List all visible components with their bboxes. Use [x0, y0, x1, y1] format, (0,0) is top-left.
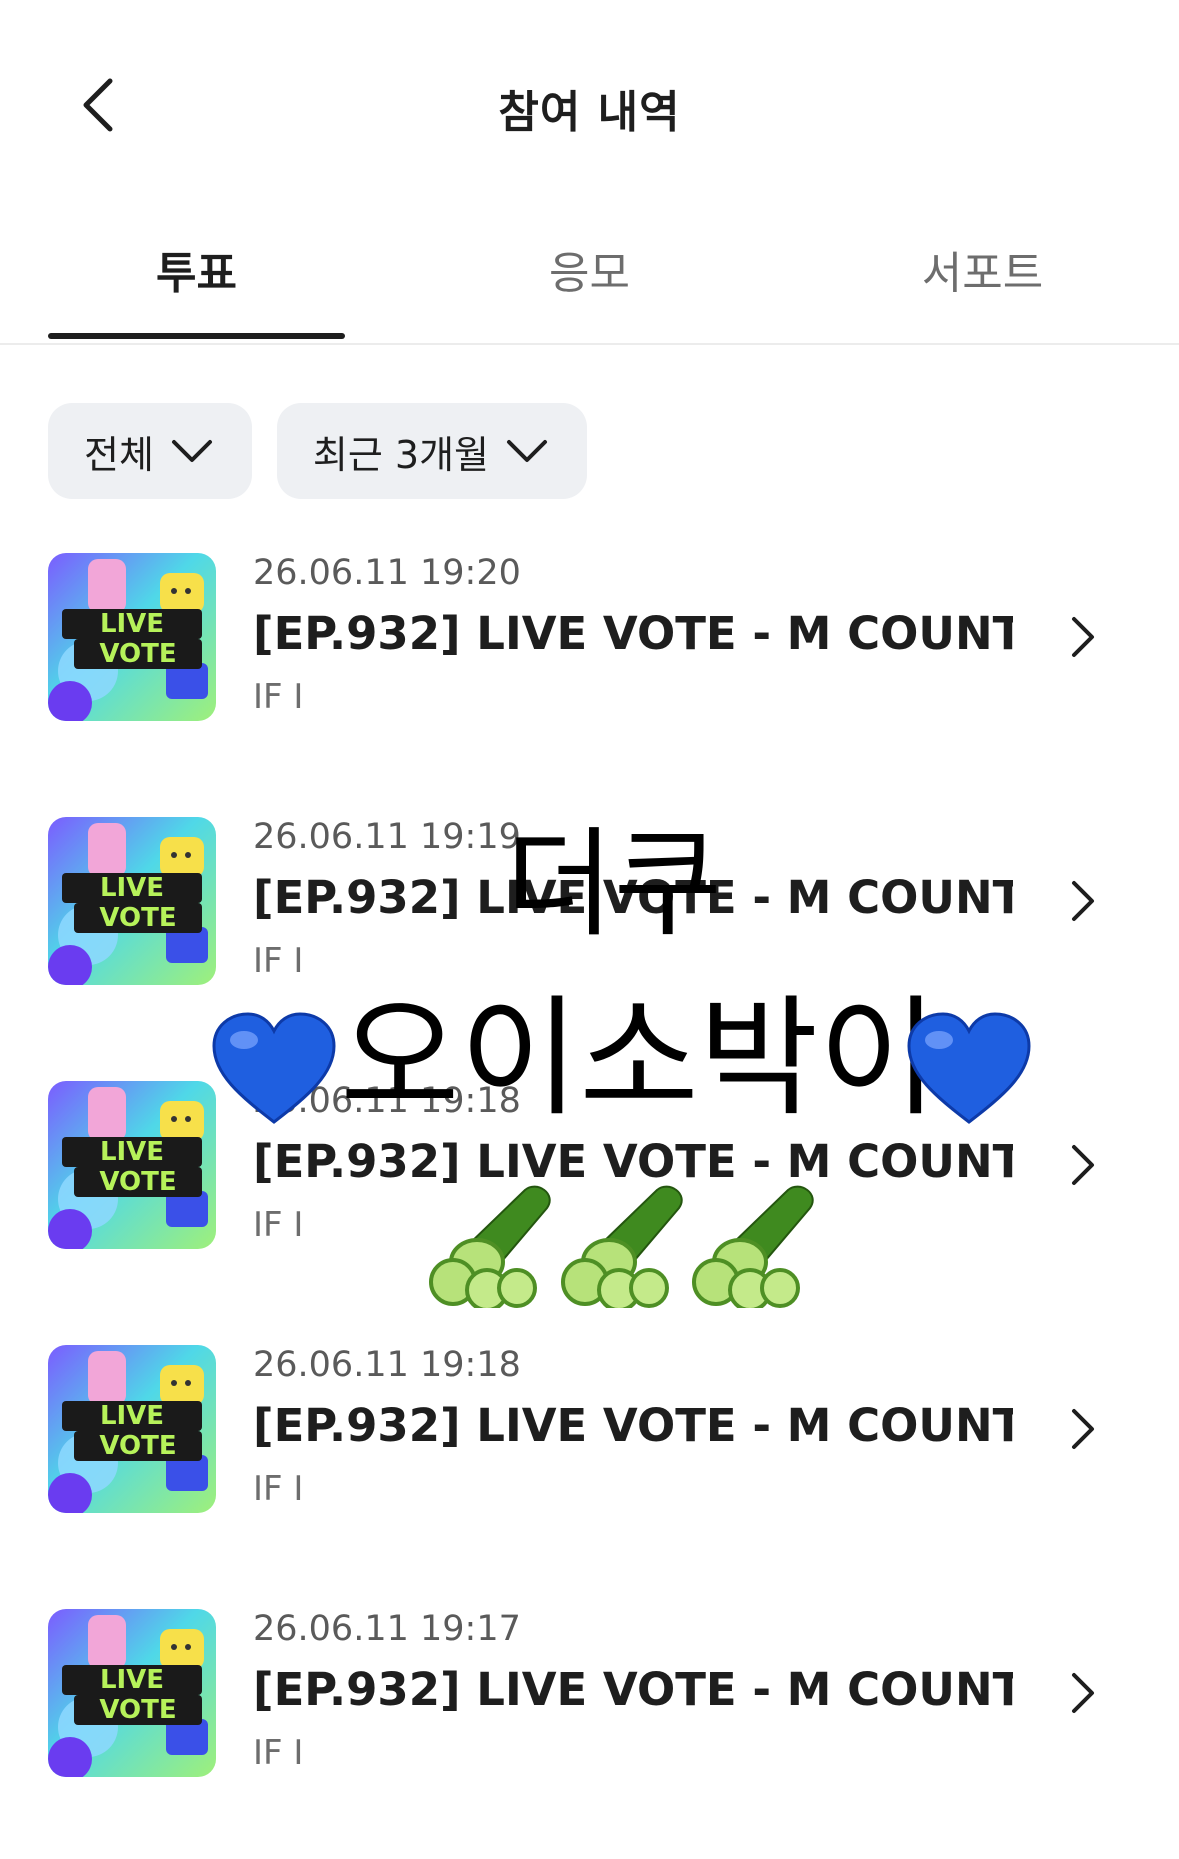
tab-vote[interactable]: 투표: [0, 215, 393, 341]
live-vote-thumbnail: LIVE VOTE: [48, 553, 216, 721]
tab-support[interactable]: 서포트: [786, 215, 1179, 341]
live-vote-thumbnail: LIVE VOTE: [48, 817, 216, 985]
chevron-right-icon: [1070, 615, 1096, 663]
filter-period-label: 최근 3개월: [312, 432, 490, 477]
item-title: [EP.932] LIVE VOTE - M COUNT...: [253, 1663, 1013, 1716]
filter-type-label: 전체: [84, 432, 154, 477]
active-tab-indicator: [48, 333, 345, 339]
item-title: [EP.932] LIVE VOTE - M COUNT...: [253, 1135, 1013, 1188]
chevron-right-icon: [1070, 1407, 1096, 1455]
filter-bar: 전체 최근 3개월: [48, 403, 588, 499]
item-date: 26.06.11 19:18: [253, 1345, 521, 1385]
thumbnail-text-line2: VOTE: [99, 639, 176, 669]
thumbnail-text-line2: VOTE: [99, 1167, 176, 1197]
item-title: [EP.932] LIVE VOTE - M COUNT...: [253, 607, 1013, 660]
chevron-down-icon: [505, 438, 549, 464]
chevron-right-icon: [1070, 1671, 1096, 1719]
list-item[interactable]: LIVE VOTE 26.06.11 19:20 [EP.932] LIVE V…: [0, 553, 1179, 721]
item-title: [EP.932] LIVE VOTE - M COUNT...: [253, 1399, 1013, 1452]
app-header: 참여 내역: [0, 0, 1179, 200]
live-vote-thumbnail: LIVE VOTE: [48, 1609, 216, 1777]
thumbnail-text-line1: LIVE: [100, 1137, 164, 1167]
item-subtitle: IF I: [253, 1469, 304, 1509]
thumbnail-text-line1: LIVE: [100, 1665, 164, 1695]
tab-bar: 투표 응모 서포트: [0, 215, 1179, 345]
item-title: [EP.932] LIVE VOTE - M COUNT...: [253, 871, 1013, 924]
chevron-right-icon: [1070, 1143, 1096, 1191]
page-title: 참여 내역: [498, 87, 681, 138]
item-subtitle: IF I: [253, 677, 304, 717]
item-date: 26.06.11 19:19: [253, 817, 521, 857]
thumbnail-text-line1: LIVE: [100, 873, 164, 903]
live-vote-thumbnail: LIVE VOTE: [48, 1081, 216, 1249]
item-date: 26.06.11 19:18: [253, 1081, 521, 1121]
item-date: 26.06.11 19:20: [253, 553, 521, 593]
filter-period-dropdown[interactable]: 최근 3개월: [276, 403, 588, 499]
item-subtitle: IF I: [253, 1733, 304, 1773]
thumbnail-text-line2: VOTE: [99, 1431, 176, 1461]
list-item[interactable]: LIVE VOTE 26.06.11 19:17 [EP.932] LIVE V…: [0, 1609, 1179, 1777]
list-item[interactable]: LIVE VOTE 26.06.11 19:19 [EP.932] LIVE V…: [0, 817, 1179, 985]
thumbnail-text-line2: VOTE: [99, 903, 176, 933]
list-item[interactable]: LIVE VOTE 26.06.11 19:18 [EP.932] LIVE V…: [0, 1081, 1179, 1249]
item-date: 26.06.11 19:17: [253, 1609, 521, 1649]
tab-entry[interactable]: 응모: [393, 215, 786, 341]
live-vote-thumbnail: LIVE VOTE: [48, 1345, 216, 1513]
chevron-right-icon: [1070, 879, 1096, 927]
thumbnail-text-line2: VOTE: [99, 1695, 176, 1725]
list-item[interactable]: LIVE VOTE 26.06.11 19:18 [EP.932] LIVE V…: [0, 1345, 1179, 1513]
thumbnail-text-line1: LIVE: [100, 1401, 164, 1431]
filter-type-dropdown[interactable]: 전체: [48, 403, 252, 499]
thumbnail-text-line1: LIVE: [100, 609, 164, 639]
item-subtitle: IF I: [253, 941, 304, 981]
chevron-down-icon: [170, 438, 214, 464]
item-subtitle: IF I: [253, 1205, 304, 1245]
